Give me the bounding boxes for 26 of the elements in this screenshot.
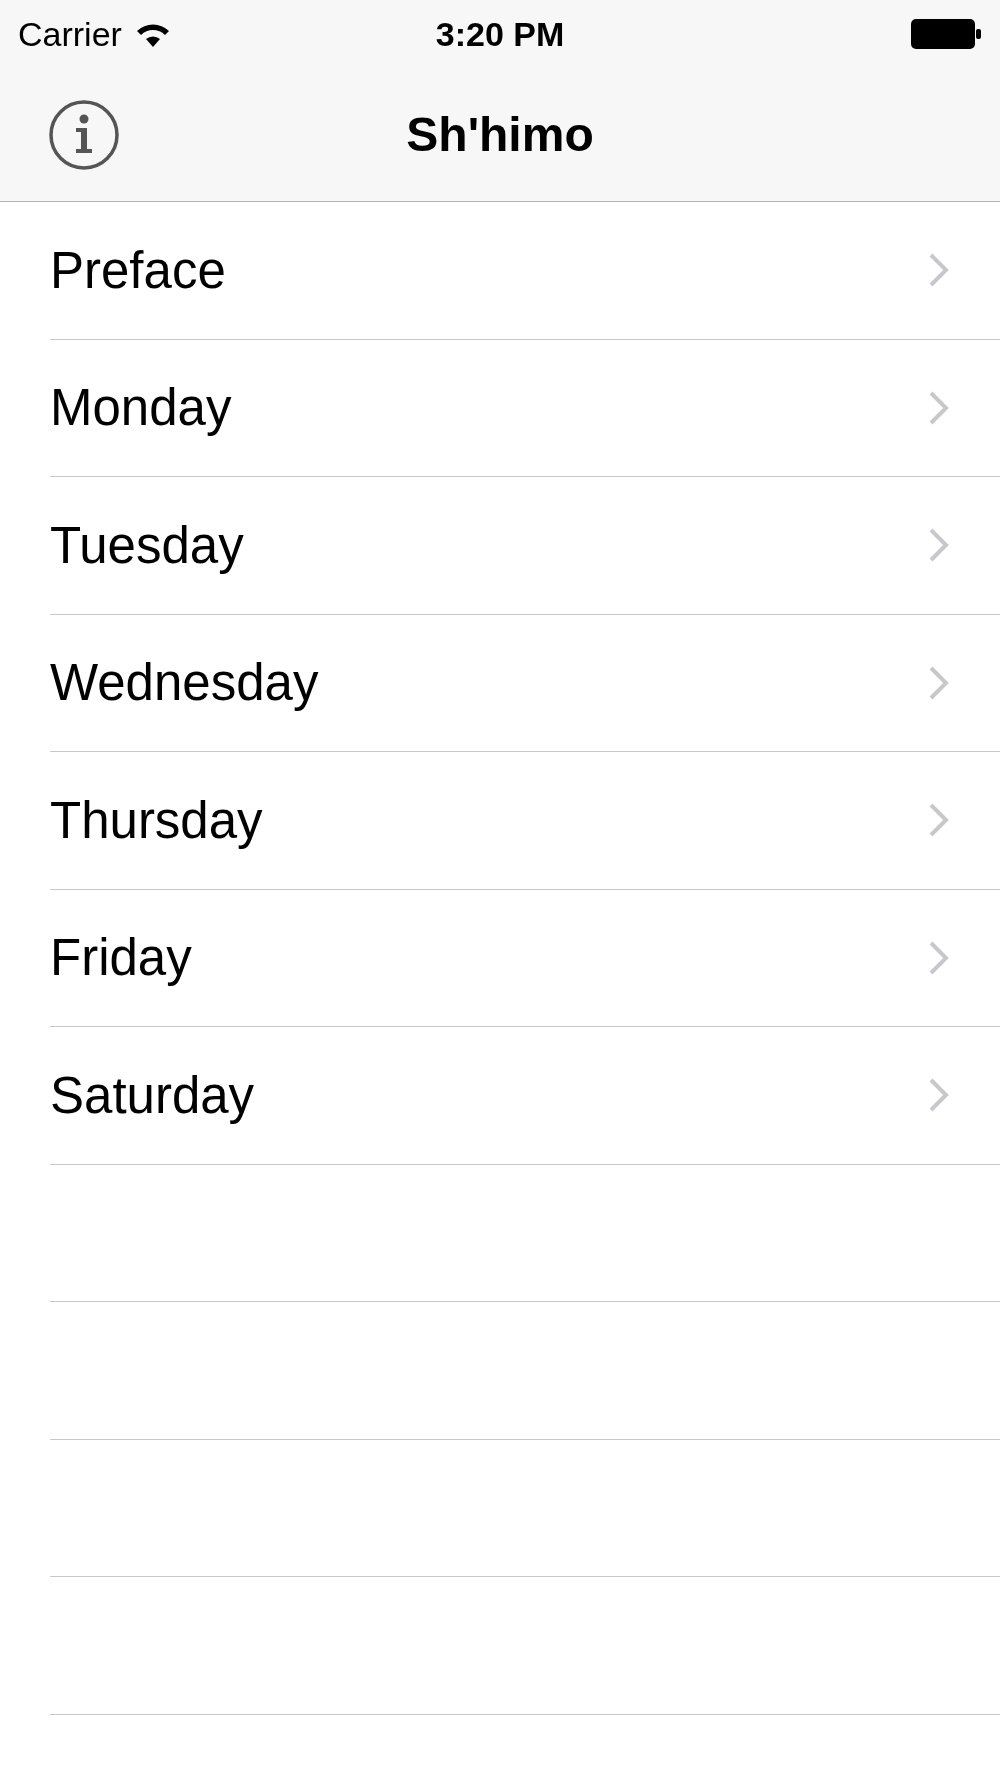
chevron-icon	[928, 802, 950, 839]
list-row[interactable]: Preface	[50, 202, 1000, 340]
row-label: Thursday	[50, 790, 263, 850]
chevron-icon	[928, 939, 950, 976]
carrier-name: Carrier	[18, 14, 122, 54]
battery-icon	[910, 18, 982, 50]
row-label: Saturday	[50, 1065, 255, 1125]
chevron-icon	[928, 252, 950, 289]
info-icon[interactable]	[48, 98, 120, 171]
status-time: 3:20 PM	[435, 14, 565, 53]
list-row[interactable]: Friday	[50, 889, 1000, 1027]
row-label: Wednesday	[50, 653, 319, 713]
chevron-icon	[928, 664, 950, 701]
row-label: Preface	[50, 240, 226, 300]
row-label: Friday	[50, 928, 192, 988]
row-label: Monday	[50, 378, 232, 438]
chevron-icon	[928, 1077, 950, 1114]
chevron-icon	[928, 389, 950, 426]
list-row[interactable]: Thursday	[50, 752, 1000, 890]
list-row[interactable]: Tuesday	[50, 477, 1000, 615]
list-row[interactable]: Wednesday	[50, 614, 1000, 752]
row-label: Tuesday	[50, 515, 244, 575]
screen-title: Sh'himo	[406, 108, 594, 161]
list-row[interactable]: Saturday	[50, 1027, 1000, 1165]
list-row[interactable]: Monday	[50, 339, 1000, 477]
chevron-icon	[928, 527, 950, 564]
